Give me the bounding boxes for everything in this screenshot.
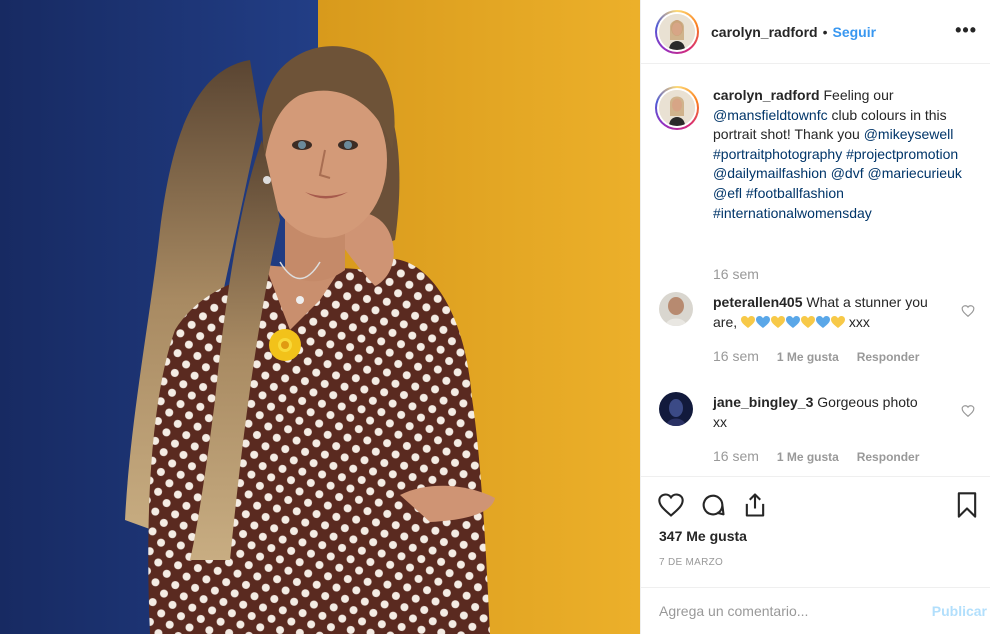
post-sidebar: carolyn_radford • Seguir ••• carolyn_rad… xyxy=(640,0,990,634)
blue-heart-icon xyxy=(816,314,831,328)
caption-avatar[interactable] xyxy=(655,86,699,130)
caption-username[interactable]: carolyn_radford xyxy=(713,87,820,103)
avatar-photo xyxy=(659,90,695,126)
mention-link[interactable]: @mariecurieuk xyxy=(868,165,962,181)
portrait-image xyxy=(0,0,640,634)
comment-like-heart-icon[interactable] xyxy=(961,304,975,318)
hashtag-link[interactable]: #footballfashion xyxy=(746,185,844,201)
share-icon[interactable] xyxy=(741,491,769,519)
mention-link[interactable]: @dailymailfashion xyxy=(713,165,827,181)
comment-icon[interactable] xyxy=(699,491,727,519)
blue-heart-icon xyxy=(756,314,771,328)
comment-body: jane_bingley_3 Gorgeous photo xx xyxy=(713,394,918,430)
reply-button[interactable]: Responder xyxy=(857,350,920,364)
heart-icon[interactable] xyxy=(657,491,685,519)
caption-timestamp[interactable]: 16 sem xyxy=(713,266,759,282)
comments-list: carolyn_radford Feeling our @mansfieldto… xyxy=(641,64,990,476)
more-dots-icon[interactable]: ••• xyxy=(955,20,977,41)
mention-link[interactable]: @efl xyxy=(713,185,742,201)
yellow-heart-icon xyxy=(801,314,816,328)
likes-count[interactable]: 347 Me gusta xyxy=(659,528,747,544)
separator-dot: • xyxy=(822,23,828,40)
follow-button[interactable]: Seguir xyxy=(833,24,877,40)
avatar-photo xyxy=(659,13,695,50)
comment-username[interactable]: peterallen405 xyxy=(713,294,803,310)
publish-button[interactable]: Publicar xyxy=(932,603,987,619)
caption-text: carolyn_radford Feeling our @mansfieldto… xyxy=(713,87,962,221)
yellow-heart-icon xyxy=(771,314,786,328)
add-comment-bar: Agrega un comentario... Publicar xyxy=(641,587,990,634)
comment-body: peterallen405 What a stunner you are, xx… xyxy=(713,294,928,330)
instagram-post: carolyn_radford • Seguir ••• carolyn_rad… xyxy=(0,0,990,634)
comment-likes[interactable]: 1 Me gusta xyxy=(777,450,839,464)
action-bar xyxy=(641,476,990,519)
comment-likes[interactable]: 1 Me gusta xyxy=(777,350,839,364)
commenter-avatar[interactable] xyxy=(659,392,693,426)
comment-timestamp[interactable]: 16 sem xyxy=(713,348,759,364)
hashtag-link[interactable]: #projectpromotion xyxy=(846,146,958,162)
blue-heart-icon xyxy=(786,314,801,328)
comment-meta: 16 sem 1 Me gusta Responder xyxy=(713,348,933,364)
comment-like-heart-icon[interactable] xyxy=(961,404,975,418)
mention-link[interactable]: @dvf xyxy=(831,165,864,181)
mention-link[interactable]: @mansfieldtownfc xyxy=(713,107,828,123)
comment-meta: 16 sem 1 Me gusta Responder xyxy=(713,448,933,464)
reply-button[interactable]: Responder xyxy=(857,450,920,464)
comment-timestamp[interactable]: 16 sem xyxy=(713,448,759,464)
mention-link[interactable]: @mikeysewell xyxy=(864,126,954,142)
comment-username[interactable]: jane_bingley_3 xyxy=(713,394,813,410)
heart-emojis xyxy=(741,314,846,328)
yellow-heart-icon xyxy=(831,314,846,328)
post-photo[interactable] xyxy=(0,0,640,634)
hashtag-link[interactable]: #internationalwomensday xyxy=(713,205,872,221)
post-header: carolyn_radford • Seguir ••• xyxy=(641,0,990,64)
post-date[interactable]: 7 DE MARZO xyxy=(659,557,723,568)
hashtag-link[interactable]: #portraitphotography xyxy=(713,146,842,162)
bookmark-icon[interactable] xyxy=(953,491,981,519)
yellow-heart-icon xyxy=(741,314,756,328)
comment-input[interactable]: Agrega un comentario... xyxy=(659,603,808,619)
caption: carolyn_radford Feeling our @mansfieldto… xyxy=(655,86,985,223)
avatar[interactable] xyxy=(655,9,699,54)
commenter-avatar[interactable] xyxy=(659,292,693,326)
header-username[interactable]: carolyn_radford xyxy=(711,24,818,40)
